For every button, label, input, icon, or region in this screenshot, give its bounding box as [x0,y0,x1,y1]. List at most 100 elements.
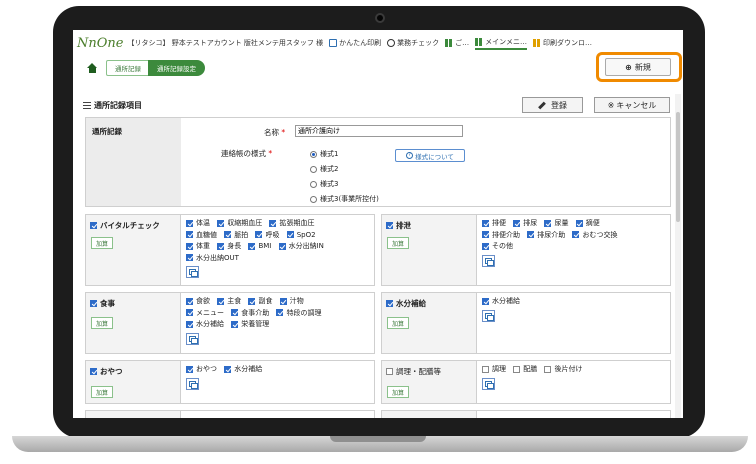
item[interactable]: その他 [482,241,513,251]
cancel-button[interactable]: ※ キャンセル [594,97,670,113]
item[interactable]: 栄養管理 [231,319,269,329]
checkbox-checked[interactable] [186,320,193,328]
calc-button[interactable]: 加算 [387,237,409,249]
copy-icon[interactable] [482,309,495,322]
item[interactable]: 特段の調理 [276,308,321,318]
checkbox-checked[interactable] [248,242,256,250]
checkbox-checked[interactable] [186,254,193,261]
radio-checked[interactable] [310,150,317,158]
item[interactable]: 食事介助 [231,308,269,318]
checkbox-checked[interactable] [248,297,256,305]
item[interactable]: 水分出納IN [278,241,324,251]
menu-link-1[interactable]: ご… [445,38,469,48]
task-check-link[interactable]: 業務チェック [387,38,439,48]
checkbox-checked[interactable] [482,242,489,250]
calc-button[interactable]: 加算 [387,317,409,329]
checkbox-checked[interactable] [231,320,239,328]
cell-title[interactable]: 排泄 [386,220,411,231]
item[interactable]: 水分補給 [482,296,520,306]
item[interactable]: 排尿介助 [527,230,565,240]
format-option-3[interactable]: 様式3 [310,179,338,189]
item[interactable]: 水分補給 [224,364,262,374]
checkbox-checked[interactable] [90,222,97,229]
calc-button[interactable]: 加算 [387,386,409,398]
radio[interactable] [310,195,317,203]
item[interactable]: 汁物 [279,296,304,306]
name-input[interactable]: 通所介護向け [295,125,463,137]
checkbox-checked[interactable] [186,219,193,227]
copy-icon[interactable] [186,377,199,390]
calc-button[interactable]: 加算 [91,386,113,398]
calc-button[interactable]: 加算 [91,237,113,249]
copy-icon[interactable] [482,377,495,390]
checkbox-checked[interactable] [269,219,277,227]
register-button[interactable]: 登録 [522,97,583,113]
checkbox-checked[interactable] [186,309,193,316]
format-option-4[interactable]: 様式3(事業所控付) [310,194,379,204]
checkbox-checked[interactable] [278,242,286,250]
item[interactable]: メニュー [186,308,224,318]
item[interactable]: 身長 [217,241,241,251]
checkbox-checked[interactable] [276,309,284,316]
item[interactable]: SpO2 [286,230,316,240]
checkbox-checked[interactable] [482,219,489,227]
cell-title[interactable]: バイタルチェック [90,220,160,231]
item[interactable]: 拡張期血圧 [269,218,314,228]
about-format-button[interactable]: ? 様式について [395,149,465,162]
radio[interactable] [310,180,317,188]
checkbox-checked[interactable] [286,231,294,238]
checkbox-checked[interactable] [482,231,489,238]
checkbox-checked[interactable] [513,219,521,227]
checkbox-checked[interactable] [224,365,232,373]
checkbox-checked[interactable] [186,231,193,238]
checkbox-checked[interactable] [217,219,225,227]
item[interactable]: おやつ [186,364,217,374]
item[interactable]: 排便介助 [482,230,520,240]
app-logo[interactable]: NnOne [77,36,123,51]
cell-title[interactable]: 食事 [90,298,115,309]
format-option-1[interactable]: 様式1 [310,149,338,159]
checkbox-checked[interactable] [90,368,97,375]
scrollbar-thumb[interactable] [676,112,680,222]
checkbox-checked[interactable] [386,222,393,229]
checkbox[interactable] [544,365,552,373]
item[interactable]: 排便 [482,218,506,228]
item[interactable]: 呼吸 [255,230,279,240]
new-button[interactable]: ⊕ 新規 [605,58,671,76]
item[interactable]: 尿量 [544,218,568,228]
home-icon[interactable] [87,62,98,74]
copy-icon[interactable] [186,266,199,278]
checkbox[interactable] [386,368,393,375]
cell-title[interactable]: 水分補給 [386,298,426,309]
checkbox-checked[interactable] [482,297,489,305]
copy-icon[interactable] [482,254,495,267]
format-option-2[interactable]: 様式2 [310,164,338,174]
item[interactable]: 脈拍 [224,230,248,240]
item[interactable]: 血糖値 [186,230,217,240]
quick-print-link[interactable]: かんたん印刷 [329,38,381,48]
item[interactable]: 主食 [217,296,241,306]
item[interactable]: 後片付け [544,364,582,374]
item[interactable]: おむつ交換 [572,230,617,240]
checkbox-checked[interactable] [186,365,193,373]
item[interactable]: 収縮期血圧 [217,218,262,228]
print-download-link[interactable]: 印刷ダウンロ… [532,38,592,48]
checkbox-checked[interactable] [90,300,97,307]
checkbox-checked[interactable] [544,219,552,227]
item[interactable]: 摘便 [575,218,600,228]
checkbox-checked[interactable] [279,297,287,305]
main-menu-link[interactable]: メインメニ… [475,37,527,50]
checkbox-checked[interactable] [186,242,193,250]
checkbox[interactable] [513,365,521,373]
calc-button[interactable]: 加算 [91,317,113,329]
checkbox-checked[interactable] [572,231,580,238]
radio[interactable] [310,165,317,173]
checkbox-checked[interactable] [231,309,239,316]
checkbox-checked[interactable] [527,231,535,238]
checkbox-checked[interactable] [255,231,263,238]
item[interactable]: 副食 [248,296,272,306]
cell-title[interactable]: おやつ [90,366,123,377]
item[interactable]: 水分出納OUT [186,253,239,263]
checkbox-checked[interactable] [386,300,393,307]
checkbox-checked[interactable] [224,231,232,238]
